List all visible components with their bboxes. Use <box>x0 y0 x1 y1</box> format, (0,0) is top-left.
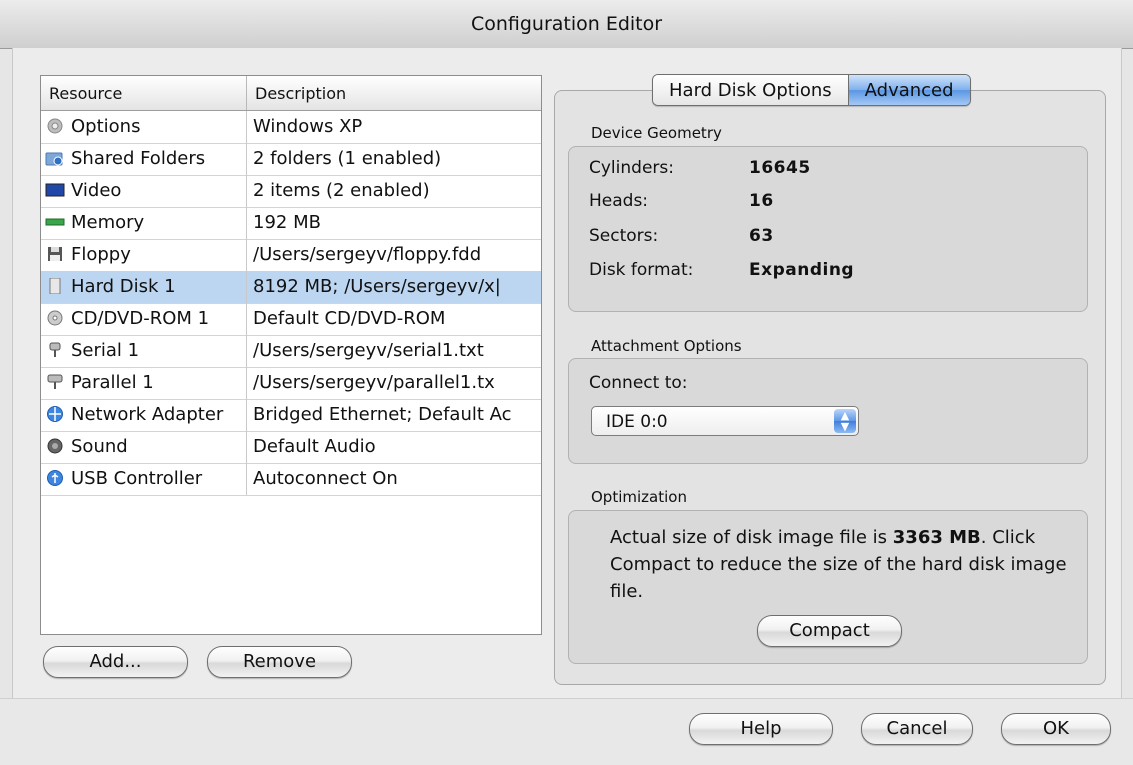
table-row[interactable]: Network Adapter Bridged Ethernet; Defaul… <box>41 399 541 432</box>
cd-dvd-icon <box>45 310 65 326</box>
disk-format-value: Expanding <box>749 260 855 280</box>
resource-description: /Users/sergeyv/serial1.txt <box>253 340 484 361</box>
resource-name: Video <box>71 180 122 201</box>
connect-to-select[interactable]: IDE 0:0 ▲ ▼ <box>591 406 859 436</box>
resource-name: Sound <box>71 436 128 457</box>
monitor-icon <box>45 182 65 198</box>
resource-description: 192 MB <box>253 212 321 233</box>
resource-description: Default CD/DVD-ROM <box>253 308 446 329</box>
resource-description: Windows XP <box>253 116 363 137</box>
heads-row: Heads: 16 <box>589 191 1069 215</box>
resource-name: Options <box>71 116 141 137</box>
connect-to-label: Connect to: <box>589 373 688 393</box>
ok-button[interactable]: OK <box>1001 713 1111 745</box>
sectors-row: Sectors: 63 <box>589 226 1069 250</box>
resource-description: 8192 MB; /Users/sergeyv/x| <box>253 276 501 297</box>
help-button[interactable]: Help <box>689 713 833 745</box>
resource-name: Network Adapter <box>71 404 224 425</box>
table-row[interactable]: Video 2 items (2 enabled) <box>41 175 541 208</box>
resource-description: Autoconnect On <box>253 468 398 489</box>
disk-format-label: Disk format: <box>589 260 694 280</box>
serial-port-icon <box>45 342 65 358</box>
optimization-label: Optimization <box>591 488 687 506</box>
table-row[interactable]: USB Controller Autoconnect On <box>41 463 541 496</box>
usb-icon <box>45 470 65 486</box>
table-row[interactable]: Memory 192 MB <box>41 207 541 240</box>
resource-name: CD/DVD-ROM 1 <box>71 308 210 329</box>
device-geometry-label: Device Geometry <box>591 124 722 142</box>
connect-to-value: IDE 0:0 <box>606 412 668 432</box>
table-header: Resource Description <box>41 76 541 111</box>
cylinders-value: 16645 <box>749 158 811 178</box>
speaker-icon <box>45 438 65 454</box>
resource-description: Default Audio <box>253 436 376 457</box>
table-row-selected[interactable]: Hard Disk 1 8192 MB; /Users/sergeyv/x| <box>41 271 541 304</box>
resource-name: Floppy <box>71 244 131 265</box>
table-row[interactable]: Serial 1 /Users/sergeyv/serial1.txt <box>41 335 541 368</box>
resource-name: Shared Folders <box>71 148 206 169</box>
resource-table[interactable]: Resource Description Options Windows XP … <box>40 75 542 635</box>
resource-name: Parallel 1 <box>71 372 154 393</box>
tab-bar: Hard Disk Options Advanced <box>652 74 971 106</box>
attachment-options-label: Attachment Options <box>591 337 742 355</box>
table-row[interactable]: Sound Default Audio <box>41 431 541 464</box>
gear-icon <box>45 118 65 134</box>
resource-description: 2 folders (1 enabled) <box>253 148 442 169</box>
disk-format-row: Disk format: Expanding <box>589 260 1069 284</box>
cylinders-label: Cylinders: <box>589 158 674 178</box>
table-row[interactable]: Floppy /Users/sergeyv/floppy.fdd <box>41 239 541 272</box>
resource-description: 2 items (2 enabled) <box>253 180 430 201</box>
shared-folder-icon <box>45 150 65 166</box>
description-column-header[interactable]: Description <box>247 76 534 110</box>
network-icon <box>45 406 65 422</box>
compact-button[interactable]: Compact <box>757 615 902 647</box>
parallel-port-icon <box>45 374 65 390</box>
tab-advanced[interactable]: Advanced <box>847 75 970 105</box>
sectors-label: Sectors: <box>589 226 659 246</box>
sectors-value: 63 <box>749 226 774 246</box>
table-row[interactable]: Shared Folders 2 folders (1 enabled) <box>41 143 541 176</box>
resource-description: /Users/sergeyv/floppy.fdd <box>253 244 482 265</box>
window-title: Configuration Editor <box>470 13 663 35</box>
remove-button[interactable]: Remove <box>207 646 352 678</box>
select-arrows-icon: ▲ ▼ <box>834 409 856 433</box>
floppy-icon <box>45 246 65 262</box>
add-button[interactable]: Add... <box>43 646 188 678</box>
optimization-description: Actual size of disk image file is 3363 M… <box>610 527 1067 602</box>
heads-value: 16 <box>749 191 774 211</box>
resource-name: Hard Disk 1 <box>71 276 176 297</box>
resource-description: /Users/sergeyv/parallel1.tx <box>253 372 495 393</box>
table-row[interactable]: Options Windows XP <box>41 111 541 144</box>
heads-label: Heads: <box>589 191 649 211</box>
table-row[interactable]: CD/DVD-ROM 1 Default CD/DVD-ROM <box>41 303 541 336</box>
resource-description: Bridged Ethernet; Default Ac <box>253 404 512 425</box>
cancel-button[interactable]: Cancel <box>861 713 973 745</box>
memory-chip-icon <box>45 214 65 230</box>
hard-disk-icon <box>45 278 65 294</box>
resource-name: USB Controller <box>71 468 203 489</box>
title-bar: Configuration Editor <box>0 0 1133 49</box>
resource-name: Memory <box>71 212 145 233</box>
resource-column-header[interactable]: Resource <box>41 76 247 110</box>
cylinders-row: Cylinders: 16645 <box>589 158 1069 182</box>
table-row[interactable]: Parallel 1 /Users/sergeyv/parallel1.tx <box>41 367 541 400</box>
resource-name: Serial 1 <box>71 340 140 361</box>
disk-image-size: 3363 MB <box>892 527 981 548</box>
tab-hard-disk-options[interactable]: Hard Disk Options <box>653 75 848 105</box>
